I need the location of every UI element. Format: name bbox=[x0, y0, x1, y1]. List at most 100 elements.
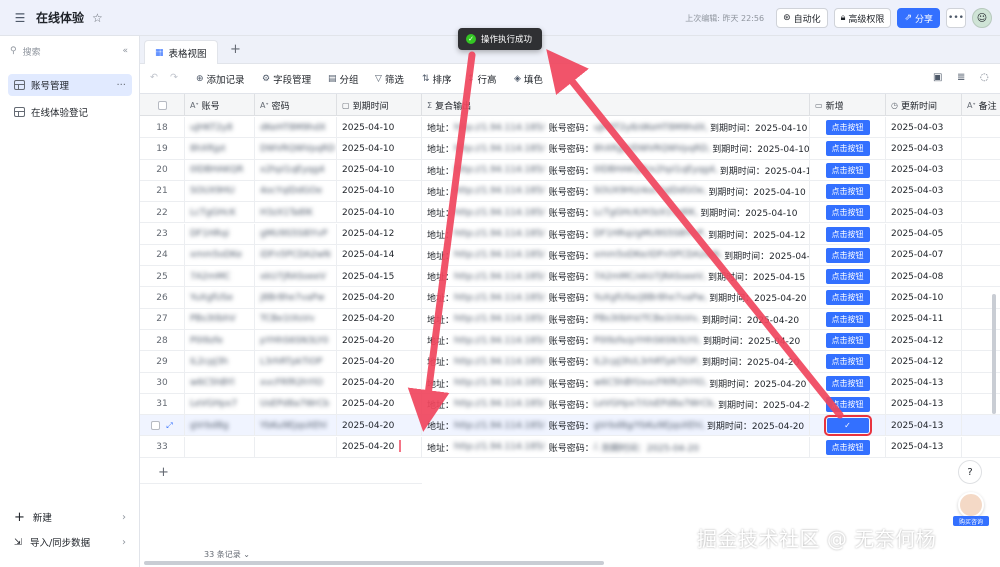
group-button[interactable]: ▤ 分组 bbox=[328, 72, 359, 86]
new-button-cell[interactable]: 点击按钮 bbox=[810, 372, 886, 394]
column-header-updated[interactable]: ◷ 更新时间 bbox=[886, 94, 962, 116]
expire-cell[interactable]: 2025-04-10 bbox=[337, 138, 422, 160]
column-header-password[interactable]: Aᐩ 密码 bbox=[255, 94, 337, 116]
click-button[interactable]: 点击按钮 bbox=[825, 141, 870, 157]
table-row[interactable]: 21 SOUX9HU 4ocYqlDdGOe 2025-04-10 地址： http://… bbox=[140, 180, 1000, 203]
click-button[interactable]: 点击按钮 bbox=[825, 247, 870, 263]
click-button[interactable]: 点击按钮 bbox=[825, 439, 870, 455]
advanced-permission-button[interactable]: 🔒︎ 高级权限 bbox=[833, 8, 892, 28]
expire-cell[interactable]: 2025-04-20 bbox=[337, 351, 422, 373]
updated-cell[interactable]: 2025-04-03 bbox=[886, 180, 962, 202]
password-cell[interactable]: 4ocYqlDdGOe bbox=[255, 180, 337, 202]
horizontal-scrollbar[interactable] bbox=[144, 561, 604, 565]
column-header-new[interactable]: ▭ 新增 bbox=[810, 94, 886, 116]
account-cell[interactable]: SOUX9HU bbox=[185, 180, 255, 202]
column-header-account[interactable]: Aᐩ 账号 bbox=[185, 94, 255, 116]
new-button-cell[interactable]: 点击按钮 bbox=[810, 351, 886, 373]
combined-output-cell[interactable]: 地址： http://1.94.114.185/账号密码： xmm5oDKe/iDF… bbox=[422, 244, 810, 266]
sidebar-item-account-management[interactable]: 账号管理 ··· bbox=[8, 74, 132, 96]
click-button[interactable]: 点击按钮 bbox=[825, 290, 870, 306]
help-icon[interactable]: ? bbox=[958, 460, 982, 484]
updated-cell[interactable]: 2025-04-03 bbox=[886, 202, 962, 224]
password-cell[interactable]: xkU7jRASoeeV bbox=[255, 266, 337, 288]
expire-cell[interactable]: 2025-04-10 bbox=[337, 159, 422, 181]
combined-output-cell[interactable]: 地址： http://1.94.114.185/账号密码： DF1HRqi/gMU9… bbox=[422, 223, 810, 245]
combined-output-cell[interactable]: 地址： http://1.94.114.185/账号密码： P0I9zfe/pYHh… bbox=[422, 330, 810, 351]
password-cell[interactable]: pYHhS6SN3LY0 bbox=[255, 330, 337, 351]
expire-cell[interactable]: 2025-04-20 bbox=[337, 330, 422, 351]
account-cell[interactable]: LcTgGHcK bbox=[185, 202, 255, 224]
row-select-cell[interactable]: ⤢ bbox=[140, 415, 185, 437]
table-row[interactable]: 19 8hXRjpt DWVRQWVpqRD 2025-04-10 地址： http://… bbox=[140, 138, 1000, 160]
click-button[interactable]: 点击按钮 bbox=[825, 396, 870, 412]
table-row[interactable]: 26 YuXgfUSe j8Br8he7vaPw 2025-04-20 地址： http:… bbox=[140, 287, 1000, 309]
combined-output-cell[interactable]: 地址： http://1.94.114.185/账号密码： uJHKT2y8/dKe… bbox=[422, 117, 810, 138]
redo-icon[interactable]: ↷ bbox=[170, 72, 178, 83]
combined-output-cell[interactable]: 地址： http://1.94.114.185/账号密码： PBs3tlbhV/TC… bbox=[422, 308, 810, 330]
new-button-cell[interactable]: 点击按钮 bbox=[810, 287, 886, 309]
updated-cell[interactable]: 2025-04-13 bbox=[886, 436, 962, 458]
updated-cell[interactable]: 2025-04-08 bbox=[886, 266, 962, 288]
expire-cell[interactable]: 2025-04-20 bbox=[337, 372, 422, 394]
column-header-expire[interactable]: ▢ 到期时间 bbox=[337, 94, 422, 116]
account-cell[interactable]: IL2cpJ3h bbox=[185, 351, 255, 373]
password-cell[interactable]: gMU9S5S8lYvP bbox=[255, 223, 337, 245]
password-cell[interactable]: j8Br8he7vaPw bbox=[255, 287, 337, 309]
password-cell[interactable]: YbKu9EjqsXEhl bbox=[255, 415, 337, 437]
new-button-cell[interactable]: 点击按钮 bbox=[810, 117, 886, 138]
share-button[interactable]: ⇗ 分享 bbox=[897, 8, 940, 28]
remark-cell[interactable] bbox=[962, 117, 1000, 138]
table-row[interactable]: 24 xmm5oDKe iDFn5PCDA2wN 2025-04-14 地址： http:… bbox=[140, 244, 1000, 267]
updated-cell[interactable]: 2025-04-03 bbox=[886, 138, 962, 160]
table-row[interactable]: 18 uJHKT2y8 dKeHT8M9hdX 2025-04-10 地址： http:/… bbox=[140, 117, 1000, 139]
click-button-done[interactable]: ✓ bbox=[823, 415, 872, 437]
updated-cell[interactable]: 2025-04-12 bbox=[886, 330, 962, 351]
automation-button[interactable]: ⊛ 自动化 bbox=[776, 8, 828, 28]
new-button-cell[interactable]: 点击按钮 bbox=[810, 223, 886, 245]
table-row[interactable]: 20 0lDBHAKQR x2hpl1qEyqg4 2025-04-10 地址： http… bbox=[140, 159, 1000, 181]
remark-cell[interactable] bbox=[962, 266, 1000, 287]
more-icon[interactable]: ··· bbox=[116, 80, 126, 91]
column-header-combined-output[interactable]: Σ 复合输出 bbox=[422, 94, 810, 116]
expire-cell[interactable]: 2025-04-10 bbox=[337, 180, 422, 202]
updated-cell[interactable]: 2025-04-03 bbox=[886, 117, 962, 138]
new-button-cell[interactable]: 点击按钮 bbox=[810, 244, 886, 266]
add-view-icon[interactable]: + bbox=[230, 42, 241, 57]
account-cell[interactable]: xmm5oDKe bbox=[185, 244, 255, 266]
menu-icon[interactable]: ☰ bbox=[12, 10, 28, 26]
sort-button[interactable]: ⇅ 排序 bbox=[422, 72, 452, 86]
new-button-cell[interactable]: 点击按钮 bbox=[810, 159, 886, 181]
fill-color-button[interactable]: ◈ 填色 bbox=[514, 72, 543, 86]
updated-cell[interactable]: 2025-04-13 bbox=[886, 372, 962, 394]
click-button[interactable]: 点击按钮 bbox=[825, 183, 870, 199]
table-row[interactable]: 25 7A2mMC xkU7jRASoeeV 2025-04-15 地址： http://… bbox=[140, 266, 1000, 288]
remark-cell[interactable] bbox=[962, 181, 1000, 202]
row-checkbox[interactable] bbox=[151, 421, 161, 431]
more-icon[interactable]: ••• bbox=[946, 8, 966, 28]
remark-cell[interactable] bbox=[962, 138, 1000, 159]
new-button-cell[interactable]: 点击按钮 bbox=[810, 330, 886, 351]
new-button-cell[interactable]: 点击按钮 bbox=[810, 180, 886, 202]
account-cell[interactable]: DF1HRqi bbox=[185, 223, 255, 245]
combined-output-cell[interactable]: 地址： http://1.94.114.185/账号密码： LeVGHpx7/UsE… bbox=[422, 393, 810, 415]
combined-output-cell[interactable]: 地址： http://1.94.114.185/账号密码： SOUX9HU/4ocY… bbox=[422, 180, 810, 202]
combined-output-cell[interactable]: 地址： http://1.94.114.185/账号密码： IL2cpJ3h/L3r… bbox=[422, 351, 810, 373]
expire-cell[interactable]: 2025-04-20 bbox=[337, 287, 422, 309]
table-row[interactable]: 29 IL2cpJ3h L3rhRTpkTiOP 2025-04-20 地址： http:… bbox=[140, 351, 1000, 373]
new-button-cell[interactable]: 点击按钮 bbox=[810, 138, 886, 160]
password-cell[interactable]: dKeHT8M9hdX bbox=[255, 117, 337, 138]
account-cell[interactable]: YuXgfUSe bbox=[185, 287, 255, 309]
expire-cell[interactable]: 2025-04-15 bbox=[337, 266, 422, 288]
password-cell[interactable]: UsEPd8a7WrCb bbox=[255, 393, 337, 415]
account-cell[interactable]: w6C5hBYl bbox=[185, 372, 255, 394]
expire-cell[interactable]: 2025-04-10 bbox=[337, 202, 422, 224]
combined-output-cell[interactable]: 地址： http://1.94.114.185/账号密码： 7A2mMC/xkU7j… bbox=[422, 266, 810, 288]
remark-cell[interactable] bbox=[962, 224, 1000, 245]
updated-cell[interactable]: 2025-04-05 bbox=[886, 223, 962, 245]
expire-cell[interactable]: 2025-04-10 bbox=[337, 117, 422, 138]
combined-output-cell[interactable]: 地址： http://1.94.114.185/账号密码： gVrbd8g/YbKu… bbox=[422, 415, 810, 437]
password-cell[interactable]: L3rhRTpkTiOP bbox=[255, 351, 337, 373]
layout-icon[interactable]: ≣ bbox=[957, 72, 965, 83]
collapse-sidebar-icon[interactable]: « bbox=[122, 46, 128, 56]
remark-cell[interactable] bbox=[962, 160, 1000, 181]
